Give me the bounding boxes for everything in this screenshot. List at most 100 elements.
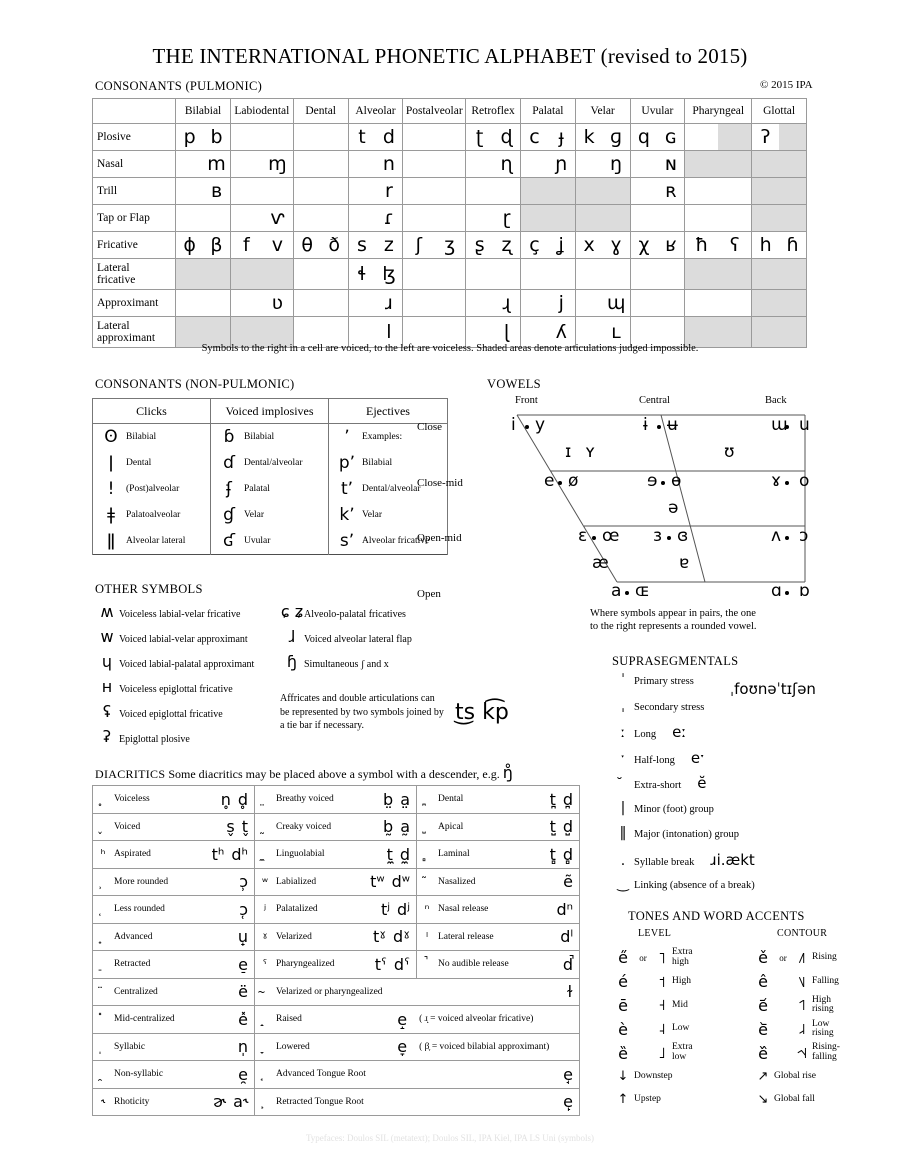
nonpulmonic-symbol: ʘ — [104, 426, 118, 447]
diacritic-label: Centralized — [114, 986, 158, 997]
nonpulmonic-consonants-table: Clicks Voiced implosives Ejectives ʘ Bilabi… — [92, 398, 448, 555]
diacritics-row: ̹More rounded ɔ̹ ʷ Labialized tʷdʷ̃Nasalized… — [92, 867, 580, 896]
pulmonic-voiced-symbol: ɢ — [664, 125, 677, 148]
pulmonic-cell: ɳ — [465, 150, 521, 178]
suprasegmental-item: ˌ Secondary stress — [612, 698, 892, 724]
tone-level-mark: ˩˨ — [798, 1020, 806, 1039]
diacritic-mark: ˡ — [426, 929, 428, 944]
tone-item: e᷄ ˦˥ High rising — [752, 994, 900, 1018]
diacritic-label: More rounded — [114, 876, 169, 887]
nonpulmonic-symbol: kʼ — [339, 504, 355, 525]
diacritic-examples: u̟ — [237, 927, 248, 947]
vowel-symbol: ʏ — [585, 442, 596, 462]
tone-symbol: ě — [758, 948, 768, 968]
pulmonic-cell — [574, 177, 631, 205]
diacritic-mark: ̝ — [255, 1012, 275, 1026]
pulmonic-cell — [175, 258, 231, 290]
pulmonic-voiced-symbol: j — [558, 291, 564, 314]
other-symbol-item: ʍ Voiceless labial-velar fricative — [95, 602, 285, 627]
diacritic-mark: ̘ — [255, 1067, 275, 1081]
pulmonic-voiced-symbol: ʁ — [665, 233, 677, 256]
pulmonic-voiceless-symbol: c — [529, 125, 540, 148]
suprasegmental-mark: ˈ — [621, 672, 625, 688]
pulmonic-voiced-symbol: ʙ — [210, 179, 222, 202]
pulmonic-cell: ɾ — [347, 204, 404, 232]
pulmonic-cell: ħʕ — [684, 231, 753, 259]
diacritics-cell: ̞Lowered e̞ ( β̞ = voiced bilabial approxi… — [254, 1032, 580, 1061]
diacritic-examples: t̻ d̻ — [549, 844, 573, 864]
pulmonic-voiceless-symbol: ʃ — [415, 233, 422, 256]
tone-label: Low — [672, 1023, 690, 1034]
vowel-point-dot — [661, 481, 665, 485]
pulmonic-voiced-symbol: ɽ — [502, 206, 511, 229]
pulmonic-cell: ɸβ — [175, 231, 231, 259]
suprasegmental-mark: ̆ — [612, 776, 634, 792]
pulmonic-cell: kɡ — [574, 123, 631, 151]
pulmonic-corner-cell — [91, 98, 177, 124]
tone-level-mark: ˩˥ — [798, 948, 806, 967]
tone-level-mark: ˧˦˨ — [796, 1044, 808, 1063]
pulmonic-row: Tap or Flap ⱱ ɾ ɽ — [91, 204, 807, 232]
diacritics-example: ŋ̊ — [502, 763, 513, 782]
pulmonic-row: Plosive p b t d ʈ ɖ c ɟ k ɡ q ɢ ʔ — [91, 123, 807, 151]
vowel-point-dot — [558, 481, 562, 485]
diacritics-cell: ̹More rounded ɔ̹ — [92, 867, 255, 896]
diacritic-label: Mid-centralized — [114, 1014, 175, 1025]
nonpulmonic-header: Clicks — [92, 398, 211, 424]
vowel-pairs-note: Where symbols appear in pairs, the one to… — [590, 608, 757, 632]
vowel-symbol: ɑ — [771, 581, 782, 601]
suprasegmental-example: ĕ — [697, 774, 707, 792]
tone-footer-item: ↓ Downstep — [612, 1065, 752, 1088]
diacritic-mark: ̞ — [255, 1040, 275, 1054]
pulmonic-cell: ɻ — [465, 289, 521, 317]
pulmonic-voiced-symbol: v — [271, 233, 283, 256]
diacritics-cell: ̤Breathy voiced b̤a̤ — [254, 785, 417, 814]
implosives-cell: ɓ Bilabial ɗ Dental/alveolar ʄ Palatal ɠ Velar ʛ… — [210, 423, 329, 555]
diacritic-label: No audible release — [438, 959, 509, 970]
pulmonic-voiceless-symbol: ʂ — [474, 233, 485, 256]
tone-label: High — [672, 975, 691, 986]
suprasegmental-item: ‿ Linking (absence of a break) — [612, 876, 892, 902]
tone-level-mark: ˨ — [658, 1020, 666, 1039]
diacritics-cell: ̠Retracted e̠ — [92, 950, 255, 979]
other-symbol-label: Voiced epiglottal fricative — [119, 709, 223, 720]
vowel-symbol: o — [799, 471, 810, 491]
other-symbol-label: Voiced alveolar lateral flap — [304, 634, 412, 645]
nonpulmonic-label: Velar — [244, 510, 265, 520]
nonpulmonic-label: Dental/alveolar — [244, 458, 303, 468]
tone-or-label: or — [639, 952, 647, 963]
diacritics-cell: ̜Less rounded ɔ̜ — [92, 895, 255, 924]
pulmonic-cell — [751, 150, 807, 178]
pulmonic-row: Approximant ʋ ɹ ɻ j ɰ — [91, 289, 807, 317]
pulmonic-cell — [465, 258, 521, 290]
diacritics-cell: ̯Non-syllabic e̯ — [92, 1060, 255, 1089]
pulmonic-cell — [751, 289, 807, 317]
diacritics-cell: ̟Advanced u̟ — [92, 922, 255, 951]
pulmonic-cell — [684, 150, 753, 178]
vowel-symbol: y — [535, 415, 546, 435]
pulmonic-col-labiodental: Labiodental — [229, 98, 294, 124]
diacritics-cell: ̘Advanced Tongue Root e̘ — [254, 1060, 580, 1089]
tone-level-mark: ˧ — [658, 996, 666, 1015]
pulmonic-col-postalveolar: Postalveolar — [402, 98, 467, 124]
tone-footer-arrow: ↘ — [757, 1091, 769, 1107]
nonpulmonic-item: ʘ Bilabial — [93, 424, 210, 450]
diacritic-mark: ̟ — [93, 930, 113, 944]
diacritic-examples: t̪ d̪ — [549, 789, 573, 809]
pulmonic-voiced-symbol — [718, 124, 752, 150]
pulmonic-cell — [175, 204, 231, 232]
suprasegmental-example: ɹi.ækt — [710, 850, 755, 869]
diacritics-row: ̟Advanced u̟ ˠ Velarized tˠdˠ ˡ Lateral releas… — [92, 922, 580, 951]
tone-footer-arrow: ↑ — [617, 1091, 629, 1107]
tone-or-label: or — [779, 952, 787, 963]
pulmonic-row-label: Tap or Flap — [91, 204, 177, 232]
copyright-notice: © 2015 IPA — [760, 79, 813, 91]
pulmonic-voiced-symbol: β — [210, 233, 223, 256]
pulmonic-row-label: Lateral fricative — [91, 258, 177, 290]
vowel-symbol: ɵ — [671, 471, 682, 491]
nonpulmonic-symbol: pʼ — [338, 452, 356, 473]
tone-item: e̋ or ˥ Extra high — [612, 946, 752, 970]
pulmonic-voiceless-symbol: ʔ — [760, 125, 771, 148]
diacritic-examples: e̠ — [238, 954, 248, 974]
suprasegmental-example: eˑ — [690, 748, 706, 767]
